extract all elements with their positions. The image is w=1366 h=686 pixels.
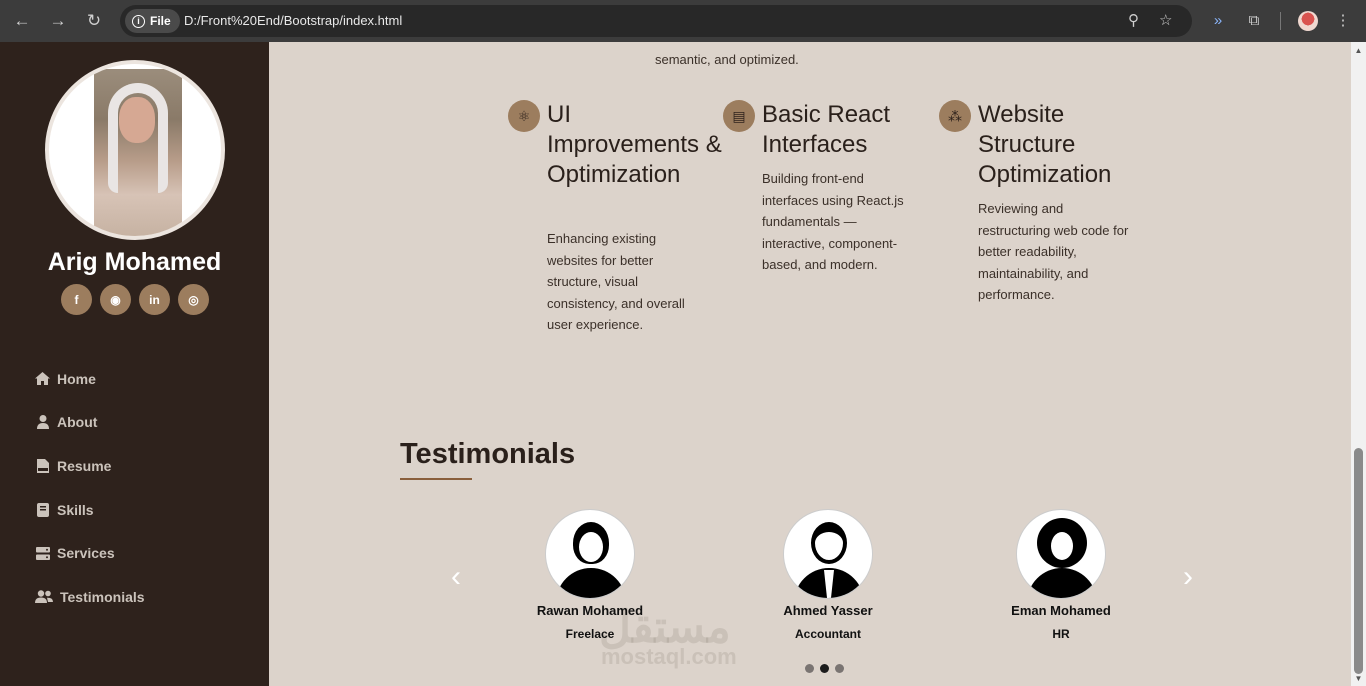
service-title: UI Improvements & Optimization (547, 101, 722, 188)
avatar (783, 509, 873, 599)
testimonial-card: Rawan Mohamed Freelace (500, 509, 680, 641)
pdf-file-icon (35, 458, 50, 473)
testimonial-name: Ahmed Yasser (783, 603, 873, 618)
url-text[interactable]: D:/Front%20End/Bootstrap/index.html (184, 13, 402, 28)
user-icon (35, 415, 50, 430)
main-content: semantic, and optimized. ⚛ UI Improvemen… (269, 42, 1351, 686)
sidebar-item-testimonials[interactable]: Testimonials (35, 575, 145, 619)
service-title: Basic React Interfaces (762, 101, 891, 158)
scroll-down-icon[interactable]: ▼ (1354, 674, 1363, 683)
zoom-icon[interactable]: ⚲ (1128, 11, 1139, 29)
github-icon[interactable]: ◉ (100, 284, 131, 315)
testimonial-role: Accountant (795, 627, 861, 641)
instagram-icon[interactable]: ◎ (178, 284, 209, 315)
testimonial-name: Rawan Mohamed (536, 603, 644, 618)
sidebar-item-home[interactable]: Home (35, 357, 145, 401)
address-bar[interactable]: i File D:/Front%20End/Bootstrap/index.ht… (120, 5, 1192, 37)
sidebar-item-label: Skills (57, 501, 94, 518)
sidebar-item-label: Services (57, 545, 115, 562)
watermark-url: mostaql.com (601, 644, 737, 669)
reload-icon[interactable]: ↻ (84, 11, 104, 31)
avatar (545, 509, 635, 599)
profile-name: Arig Mohamed (47, 248, 222, 276)
sidebar: Arig Mohamed f ◉ in ◎ Home About Resume (0, 42, 269, 686)
sidebar-nav: Home About Resume Skills Services Testim… (35, 357, 145, 619)
sidebar-item-about[interactable]: About (35, 401, 145, 445)
users-icon (35, 590, 53, 604)
profile-photo (45, 60, 225, 240)
toolbar-divider (1280, 12, 1281, 30)
avatar (1016, 509, 1106, 599)
carousel-dot[interactable] (835, 664, 844, 673)
home-icon (35, 372, 50, 386)
sidebar-item-label: Home (57, 370, 96, 387)
folder-tree-icon: ▤ (723, 100, 755, 132)
react-icon: ⚛ (508, 100, 540, 132)
service-description: Reviewing and restructuring web code for… (978, 201, 1129, 302)
sidebar-item-resume[interactable]: Resume (35, 444, 145, 488)
service-title: Website Structure Optimization (978, 101, 1112, 188)
sidebar-item-label: Resume (57, 457, 112, 474)
scroll-up-icon[interactable]: ▲ (1354, 46, 1363, 55)
carousel-next-icon[interactable]: › (1183, 560, 1193, 594)
testimonial-card: Eman Mohamed HR (971, 509, 1151, 641)
linkedin-icon[interactable]: in (139, 284, 170, 315)
extensions-icon[interactable]: ⧉ (1243, 10, 1265, 32)
book-icon (35, 502, 50, 517)
forward-icon[interactable]: → (48, 11, 68, 31)
service-description: Building front-end interfaces using Reac… (762, 171, 904, 272)
menu-icon[interactable]: ⋮ (1332, 10, 1354, 32)
social-links: f ◉ in ◎ (61, 284, 209, 315)
site-info-chip[interactable]: i File (125, 9, 180, 33)
carousel-dot[interactable] (805, 664, 814, 673)
carousel-dot-active[interactable] (820, 664, 829, 673)
back-icon[interactable]: ← (12, 11, 32, 31)
testimonial-name: Eman Mohamed (1011, 603, 1111, 618)
profile-avatar[interactable] (1298, 11, 1318, 31)
read-aloud-icon[interactable]: » (1207, 10, 1229, 32)
testimonials-heading: Testimonials (400, 438, 576, 470)
sidebar-item-skills[interactable]: Skills (35, 488, 145, 532)
sitemap-icon: ⁂ (939, 100, 971, 132)
testimonial-role: Freelace (565, 627, 615, 641)
carousel-indicators (805, 664, 844, 673)
testimonial-card: Ahmed Yasser Accountant (738, 509, 918, 641)
sidebar-item-label: Testimonials (60, 588, 145, 605)
page-scrollbar[interactable]: ▲ ▼ (1351, 42, 1366, 686)
carousel-prev-icon[interactable]: ‹ (451, 560, 461, 594)
facebook-icon[interactable]: f (61, 284, 92, 315)
scrollbar-thumb[interactable] (1354, 448, 1363, 674)
site-label: File (150, 14, 171, 28)
sidebar-item-label: About (57, 414, 98, 431)
server-icon (35, 546, 50, 560)
browser-toolbar: ← → ↻ i File D:/Front%20End/Bootstrap/in… (0, 0, 1366, 42)
sidebar-item-services[interactable]: Services (35, 531, 145, 575)
service-description: Enhancing existing websites for better s… (547, 231, 685, 332)
heading-underline (400, 478, 472, 480)
info-icon: i (132, 14, 145, 28)
testimonial-role: HR (1052, 627, 1070, 641)
star-icon[interactable]: ☆ (1159, 11, 1172, 29)
section-text-fragment: semantic, and optimized. (655, 52, 799, 67)
